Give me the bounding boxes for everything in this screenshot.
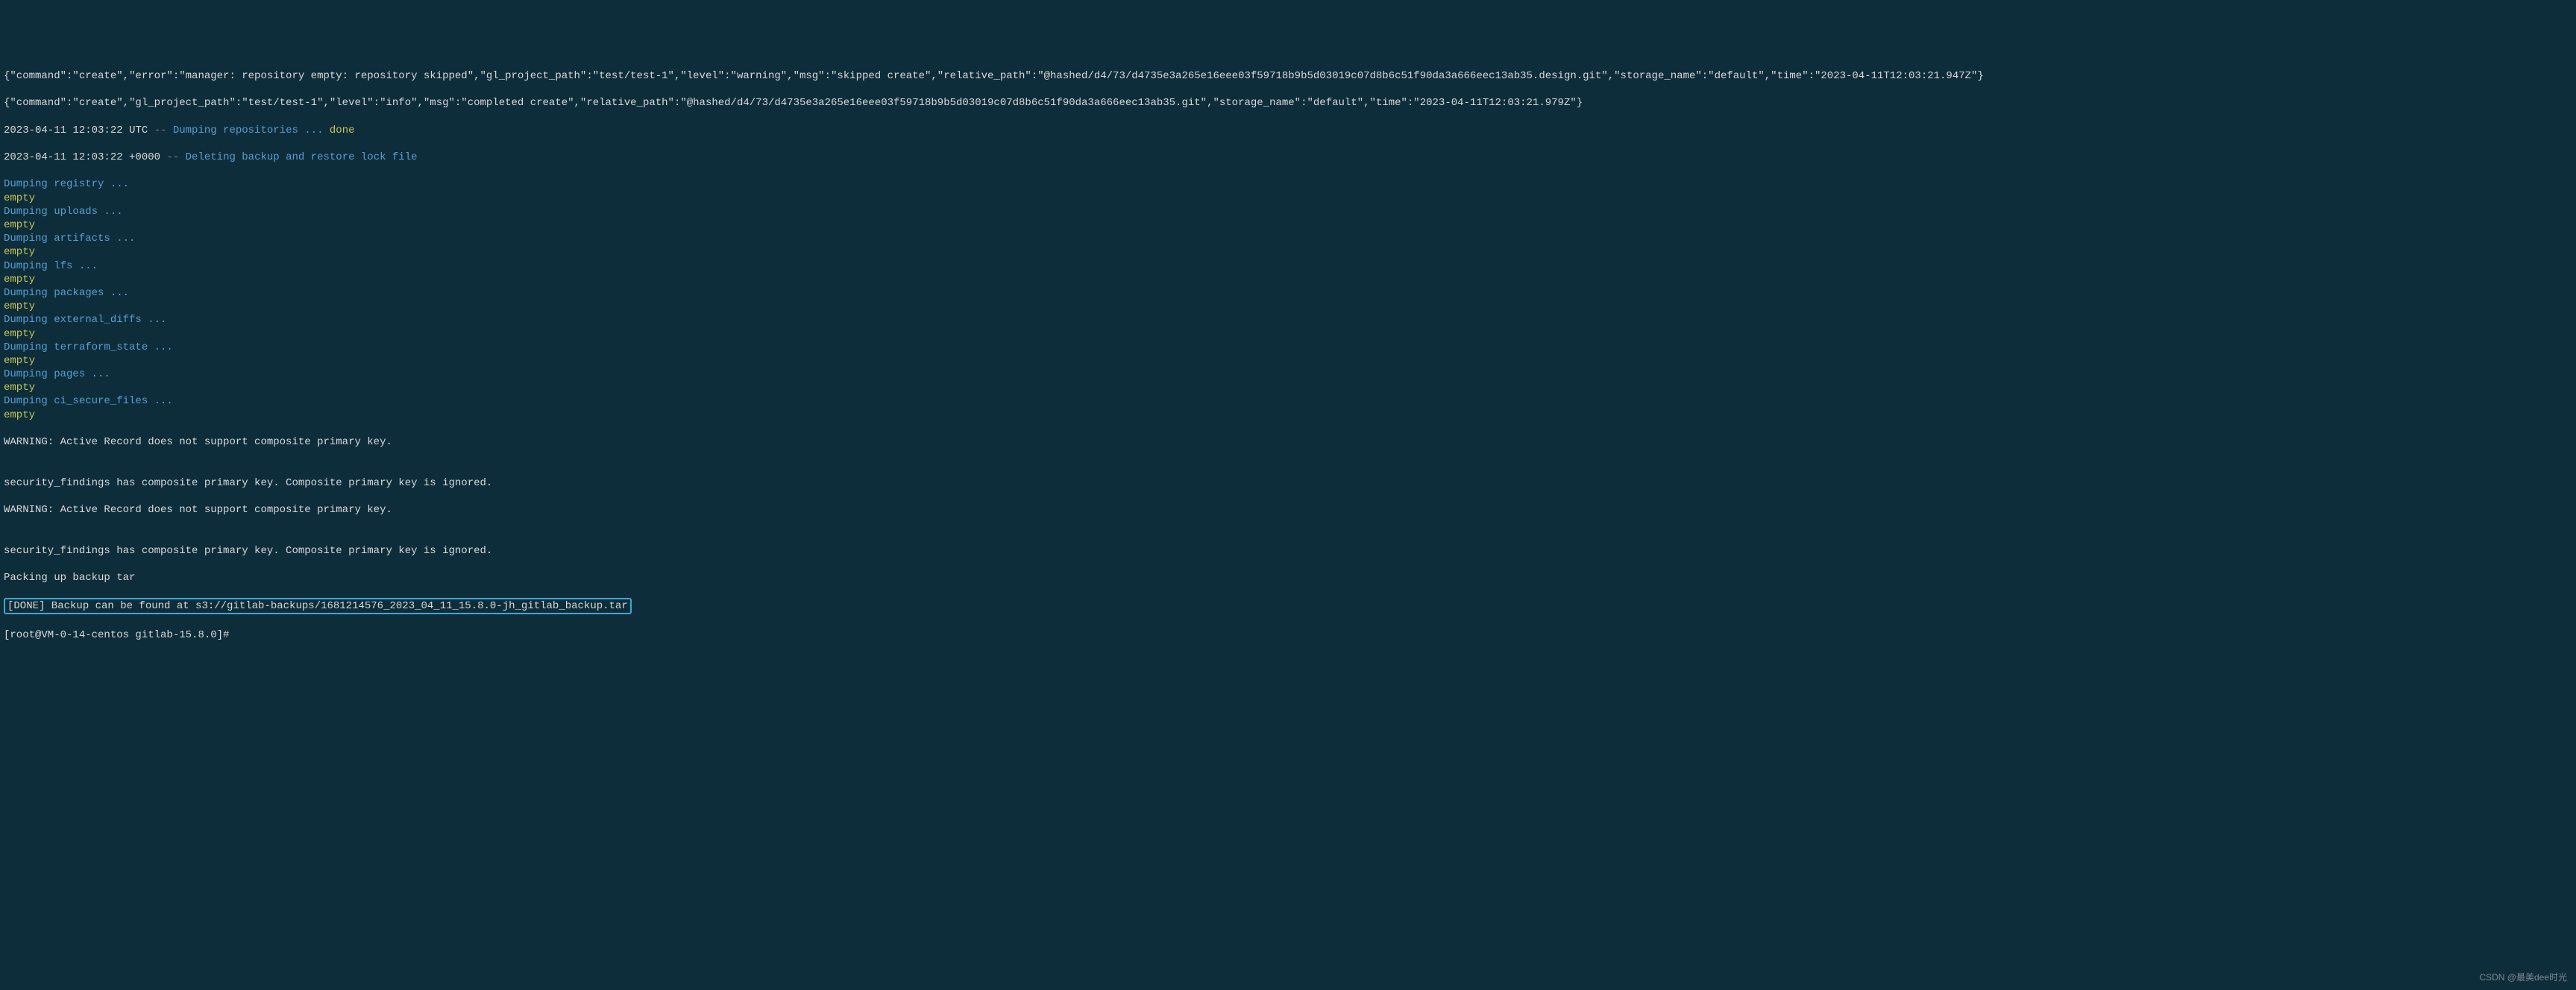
backup-done-box: [DONE] Backup can be found at s3://gitla… bbox=[4, 598, 632, 614]
watermark-text: CSDN @最美dee时光 bbox=[2479, 972, 2567, 984]
log-json-line: {"command":"create","gl_project_path":"t… bbox=[4, 96, 2572, 110]
dump-label: Dumping packages ... bbox=[4, 286, 2572, 300]
dump-label: Dumping external_diffs ... bbox=[4, 313, 2572, 327]
status-done: done bbox=[330, 124, 355, 136]
dump-label: Dumping artifacts ... bbox=[4, 232, 2572, 245]
dump-label: Dumping terraform_state ... bbox=[4, 341, 2572, 354]
dump-status: empty bbox=[4, 192, 2572, 205]
dump-status: empty bbox=[4, 273, 2572, 286]
action-text: Dumping repositories ... bbox=[173, 124, 330, 136]
dump-sections: Dumping registry ...emptyDumping uploads… bbox=[4, 177, 2572, 421]
dump-status: empty bbox=[4, 300, 2572, 313]
dump-status: empty bbox=[4, 354, 2572, 368]
dump-label: Dumping ci_secure_files ... bbox=[4, 394, 2572, 408]
dump-label: Dumping pages ... bbox=[4, 368, 2572, 381]
shell-prompt[interactable]: [root@VM-0-14-centos gitlab-15.8.0]# bbox=[4, 628, 2572, 642]
dump-label: Dumping registry ... bbox=[4, 177, 2572, 191]
dump-status: empty bbox=[4, 381, 2572, 394]
packing-line: Packing up backup tar bbox=[4, 571, 2572, 584]
warning-line: WARNING: Active Record does not support … bbox=[4, 435, 2572, 449]
dump-label: Dumping lfs ... bbox=[4, 259, 2572, 273]
security-findings-line: security_findings has composite primary … bbox=[4, 544, 2572, 558]
dump-status: empty bbox=[4, 245, 2572, 259]
dump-label: Dumping uploads ... bbox=[4, 205, 2572, 218]
timestamp: 2023-04-11 12:03:22 UTC bbox=[4, 124, 148, 136]
dump-status: empty bbox=[4, 218, 2572, 232]
security-findings-line: security_findings has composite primary … bbox=[4, 476, 2572, 490]
dump-status: empty bbox=[4, 409, 2572, 422]
dump-status: empty bbox=[4, 327, 2572, 341]
separator: -- bbox=[148, 124, 173, 136]
separator: -- bbox=[160, 151, 186, 163]
log-line-delete-lock: 2023-04-11 12:03:22 +0000 -- Deleting ba… bbox=[4, 151, 2572, 164]
terminal-output[interactable]: {"command":"create","error":"manager: re… bbox=[4, 56, 2572, 655]
timestamp: 2023-04-11 12:03:22 +0000 bbox=[4, 151, 160, 163]
log-json-line: {"command":"create","error":"manager: re… bbox=[4, 69, 2572, 83]
log-line-repos: 2023-04-11 12:03:22 UTC -- Dumping repos… bbox=[4, 124, 2572, 137]
done-backup-line: [DONE] Backup can be found at s3://gitla… bbox=[4, 598, 2572, 614]
warning-line: WARNING: Active Record does not support … bbox=[4, 503, 2572, 517]
action-text: Deleting backup and restore lock file bbox=[186, 151, 418, 163]
